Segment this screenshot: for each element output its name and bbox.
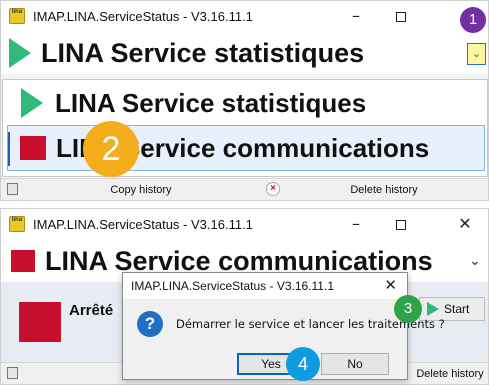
minimize-button[interactable]: –: [341, 5, 371, 27]
stopped-status-icon: [19, 302, 61, 342]
question-icon: ?: [137, 311, 163, 337]
close-button[interactable]: ✕: [450, 213, 480, 235]
maximize-button[interactable]: [386, 213, 416, 235]
minimize-button[interactable]: –: [341, 213, 371, 235]
title-bar: lina IMAP.LINA.ServiceStatus - V3.16.11.…: [1, 209, 488, 240]
maximize-button[interactable]: [386, 5, 416, 27]
service-selector[interactable]: LINA Service statistiques: [1, 32, 488, 74]
step-badge-4: 4: [286, 347, 320, 381]
running-play-icon: [9, 38, 31, 68]
window-title: IMAP.LINA.ServiceStatus - V3.16.11.1: [33, 9, 253, 24]
dropdown-item-label: LINA Service statistiques: [55, 88, 367, 118]
chevron-down-icon[interactable]: ⌄: [469, 252, 481, 269]
copy-icon: [7, 183, 18, 195]
no-button[interactable]: No: [321, 353, 389, 375]
dialog-title-bar: IMAP.LINA.ServiceStatus - V3.16.11.1 ✕: [123, 273, 407, 299]
copy-history-button[interactable]: Copy history: [23, 181, 259, 199]
app-icon: lina: [9, 8, 25, 24]
delete-history-button[interactable]: Delete history: [284, 181, 484, 199]
start-button-label: Start: [444, 302, 470, 316]
delete-icon: ×: [266, 182, 280, 196]
delete-history-button[interactable]: Delete history: [411, 365, 488, 383]
running-play-icon: [21, 88, 43, 118]
stopped-square-icon: [11, 250, 35, 272]
confirm-dialog: IMAP.LINA.ServiceStatus - V3.16.11.1 ✕ ?…: [122, 272, 445, 380]
copy-icon: [7, 367, 18, 379]
app-icon: lina: [9, 216, 25, 232]
play-icon: [427, 302, 439, 316]
stopped-square-icon: [20, 136, 46, 160]
dropdown-button[interactable]: ⌄: [467, 43, 486, 65]
window-title: IMAP.LINA.ServiceStatus - V3.16.11.1: [33, 217, 253, 232]
maximize-icon: [396, 11, 406, 22]
dialog-title: IMAP.LINA.ServiceStatus - V3.16.11.1: [131, 279, 334, 293]
status-text: Arrêté: [69, 302, 114, 319]
dialog-close-button[interactable]: ✕: [384, 276, 397, 294]
history-toolbar: Copy history × Delete history: [1, 178, 488, 200]
step-badge-2: 2: [83, 121, 139, 177]
chevron-down-icon: ⌄: [471, 48, 482, 60]
title-bar: lina IMAP.LINA.ServiceStatus - V3.16.11.…: [1, 1, 488, 32]
dropdown-item-statistiques[interactable]: LINA Service statistiques: [7, 82, 485, 124]
top-window: lina IMAP.LINA.ServiceStatus - V3.16.11.…: [0, 0, 489, 201]
dropdown-item-communications[interactable]: LINA Service communications: [7, 125, 485, 171]
selected-service-label: LINA Service statistiques: [41, 38, 365, 68]
dropdown-list: LINA Service statistiques LINA Service c…: [2, 79, 488, 177]
maximize-icon: [396, 219, 406, 230]
step-badge-1: 1: [460, 7, 486, 33]
step-badge-3: 3: [394, 295, 422, 323]
